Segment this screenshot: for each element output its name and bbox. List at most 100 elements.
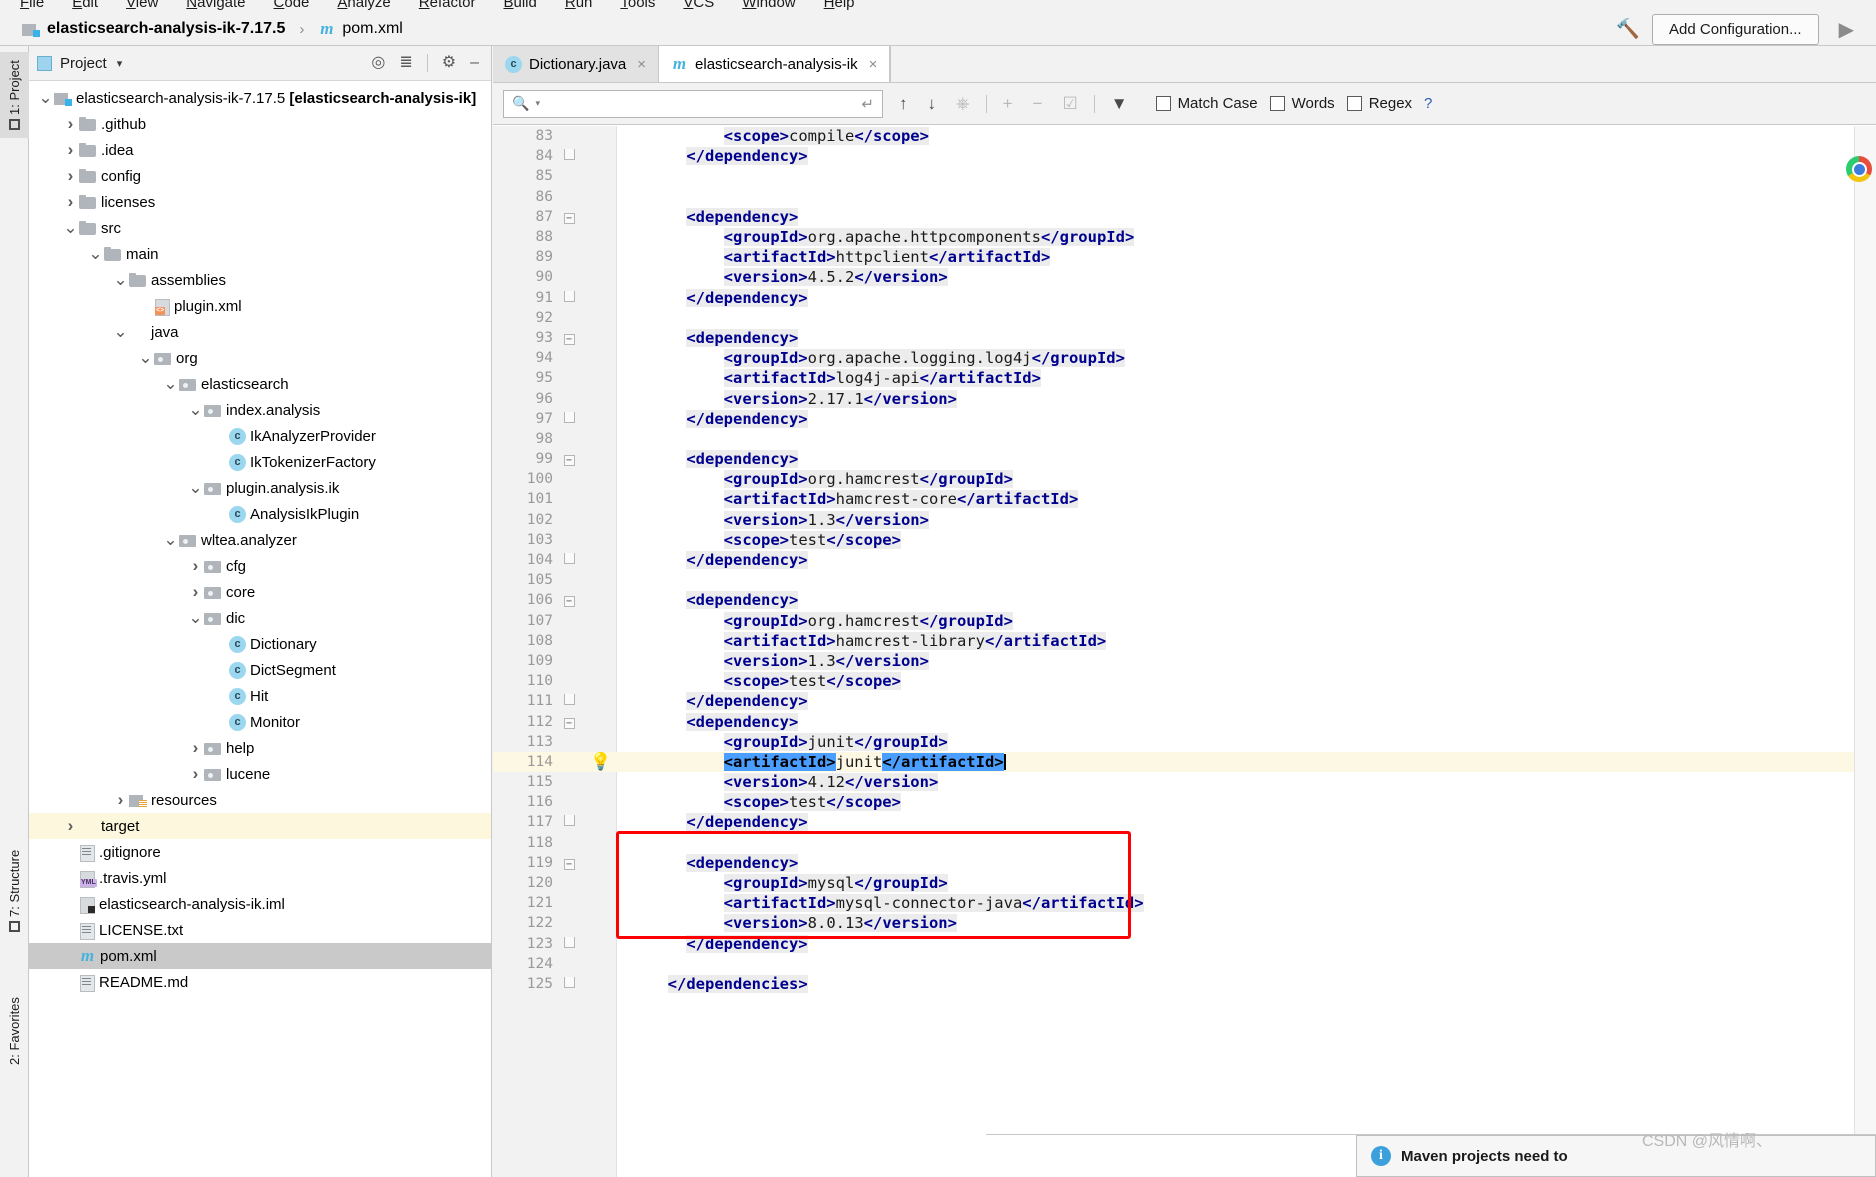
remove-line-icon[interactable]: − — [1029, 94, 1047, 114]
find-prev-up-icon[interactable]: ↑ — [895, 94, 912, 114]
chevron-down-icon[interactable]: ⌄ — [112, 323, 129, 340]
add-configuration-button[interactable]: Add Configuration... — [1652, 13, 1819, 45]
menu-item-edit[interactable]: Edit — [58, 0, 112, 13]
code-fold-toggle[interactable]: − — [553, 856, 585, 870]
code-line[interactable]: 117 </dependency> — [493, 812, 1876, 832]
tree-row[interactable]: c AnalysisIkPlugin — [29, 501, 491, 527]
code-line[interactable]: 118 — [493, 833, 1876, 853]
project-panel-title[interactable]: Project — [60, 55, 107, 72]
build-hammer-icon[interactable]: 🔨 — [1616, 17, 1640, 41]
intention-bulb-icon[interactable]: 💡 — [585, 752, 617, 772]
tree-row[interactable]: › .idea — [29, 137, 491, 163]
chevron-down-icon[interactable]: ⌄ — [37, 89, 54, 106]
find-next-down-icon[interactable]: ↓ — [924, 94, 941, 114]
menu-item-help[interactable]: Help — [810, 0, 869, 13]
code-line[interactable]: 119− <dependency> — [493, 853, 1876, 873]
editor-tab[interactable]: c Dictionary.java × — [493, 46, 660, 82]
code-line[interactable]: 95 <artifactId>log4j-api</artifactId> — [493, 368, 1876, 388]
search-input[interactable]: 🔍 ▾ ↵ — [503, 89, 883, 118]
code-line[interactable]: 94 <groupId>org.apache.logging.log4j</gr… — [493, 348, 1876, 368]
tree-row[interactable]: ⌄ elasticsearch-analysis-ik-7.17.5 [elast… — [29, 85, 491, 111]
run-play-icon[interactable]: ▶ — [1831, 17, 1862, 42]
menu-item-run[interactable]: Run — [551, 0, 607, 13]
chevron-right-icon[interactable]: › — [62, 816, 79, 836]
code-line[interactable]: 101 <artifactId>hamcrest-core</artifactI… — [493, 489, 1876, 509]
tree-row[interactable]: › lucene — [29, 761, 491, 787]
code-line[interactable]: 87− <dependency> — [493, 207, 1876, 227]
chevron-down-icon[interactable]: ⌄ — [187, 609, 204, 626]
editor-right-gutter[interactable] — [1854, 126, 1876, 1177]
code-line[interactable]: 125 </dependencies> — [493, 974, 1876, 994]
code-line[interactable]: 96 <version>2.17.1</version> — [493, 388, 1876, 408]
tree-row[interactable]: ⌄ elasticsearch — [29, 371, 491, 397]
check-lines-icon[interactable]: ☑ — [1058, 94, 1081, 114]
tree-row[interactable]: .gitignore — [29, 839, 491, 865]
breadcrumb-file[interactable]: pom.xml — [342, 20, 402, 38]
chevron-down-icon[interactable]: ▾ — [535, 98, 540, 109]
add-line-icon[interactable]: + — [999, 94, 1017, 114]
code-line[interactable]: 124 — [493, 954, 1876, 974]
regex-checkbox[interactable]: Regex — [1346, 95, 1412, 112]
match-case-checkbox[interactable]: Match Case — [1155, 95, 1258, 112]
menu-item-tools[interactable]: Tools — [606, 0, 669, 13]
hide-icon[interactable]: – — [470, 55, 479, 71]
tree-row[interactable]: ⌄ assemblies — [29, 267, 491, 293]
code-line[interactable]: 121 <artifactId>mysql-connector-java</ar… — [493, 893, 1876, 913]
menu-item-navigate[interactable]: Navigate — [172, 0, 259, 13]
menu-item-window[interactable]: Window — [728, 0, 809, 13]
sidebar-item-project[interactable]: 1: Project — [0, 52, 29, 138]
tree-row[interactable]: ⌄ index.analysis — [29, 397, 491, 423]
tree-row[interactable]: c DictSegment — [29, 657, 491, 683]
tree-row[interactable]: › help — [29, 735, 491, 761]
close-icon[interactable]: × — [869, 56, 878, 73]
chevron-right-icon[interactable]: › — [62, 192, 79, 212]
breadcrumb[interactable]: elasticsearch-analysis-ik-7.17.5 › m pom… — [22, 19, 403, 39]
chevron-down-icon[interactable]: ⌄ — [187, 479, 204, 496]
tree-row[interactable]: README.md — [29, 969, 491, 995]
code-line[interactable]: 112− <dependency> — [493, 711, 1876, 731]
tree-row[interactable]: ⌄ java — [29, 319, 491, 345]
code-line[interactable]: 120 <groupId>mysql</groupId> — [493, 873, 1876, 893]
tree-row[interactable]: YML .travis.yml — [29, 865, 491, 891]
code-line[interactable]: 116 <scope>test</scope> — [493, 792, 1876, 812]
code-editor[interactable]: 83 <scope>compile</scope> 84 </dependency… — [493, 126, 1876, 1177]
tree-row[interactable]: c Hit — [29, 683, 491, 709]
filter-icon[interactable]: ▼ — [1107, 94, 1132, 114]
code-line[interactable]: 115 <version>4.12</version> — [493, 772, 1876, 792]
tree-row[interactable]: ⌄ plugin.analysis.ik — [29, 475, 491, 501]
code-line[interactable]: 93− <dependency> — [493, 328, 1876, 348]
maven-notification[interactable]: i Maven projects need to — [1356, 1135, 1876, 1177]
gear-icon[interactable]: ⚙ — [442, 55, 456, 71]
code-line[interactable]: 105 — [493, 570, 1876, 590]
code-line[interactable]: 97 </dependency> — [493, 409, 1876, 429]
tree-row[interactable]: › resources — [29, 787, 491, 813]
chevron-down-icon[interactable]: ▾ — [117, 57, 123, 70]
code-line[interactable]: 113 <groupId>junit</groupId> — [493, 732, 1876, 752]
code-fold-toggle[interactable]: − — [553, 593, 585, 608]
code-line[interactable]: 122 <version>8.0.13</version> — [493, 913, 1876, 933]
chevron-down-icon[interactable]: ⌄ — [87, 245, 104, 262]
code-line[interactable]: 108 <artifactId>hamcrest-library</artifa… — [493, 631, 1876, 651]
tree-row[interactable]: c IkAnalyzerProvider — [29, 423, 491, 449]
tree-row[interactable]: › cfg — [29, 553, 491, 579]
code-line[interactable]: 123 </dependency> — [493, 934, 1876, 954]
menu-item-vcs[interactable]: VCS — [669, 0, 728, 13]
code-fold-toggle[interactable] — [553, 976, 585, 991]
project-tree[interactable]: ⌄ elasticsearch-analysis-ik-7.17.5 [elast… — [29, 81, 491, 1177]
code-fold-toggle[interactable] — [553, 290, 585, 305]
chevron-right-icon[interactable]: › — [187, 556, 204, 576]
tree-row[interactable]: c Monitor — [29, 709, 491, 735]
chevron-down-icon[interactable]: ⌄ — [112, 271, 129, 288]
locate-target-icon[interactable]: ◎ — [371, 55, 385, 71]
breadcrumb-project[interactable]: elasticsearch-analysis-ik-7.17.5 — [47, 20, 285, 38]
chevron-right-icon[interactable]: › — [112, 790, 129, 810]
chevron-right-icon[interactable]: › — [62, 114, 79, 134]
chevron-right-icon[interactable]: › — [62, 140, 79, 160]
code-line[interactable]: 89 <artifactId>httpclient</artifactId> — [493, 247, 1876, 267]
menu-bar[interactable]: File Edit View Navigate Code Analyze Refactor B… — [0, 0, 1876, 13]
sidebar-item-structure[interactable]: 7: Structure — [0, 836, 29, 946]
close-icon[interactable]: × — [637, 56, 646, 73]
chevron-right-icon[interactable]: › — [187, 738, 204, 758]
tree-row[interactable]: c IkTokenizerFactory — [29, 449, 491, 475]
code-fold-toggle[interactable]: − — [553, 331, 585, 345]
